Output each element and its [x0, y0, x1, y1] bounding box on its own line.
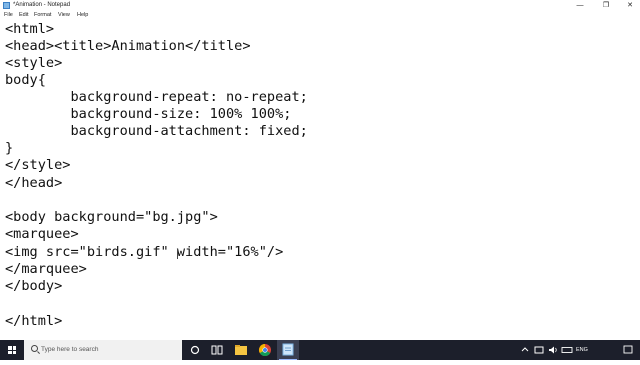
chevron-up-icon: [521, 347, 529, 352]
taskbar-search-box[interactable]: Type here to search: [24, 340, 182, 360]
notepad-icon: [282, 343, 294, 356]
tray-keyboard-button[interactable]: [560, 340, 574, 360]
taskbar: Type here to search ENG: [0, 340, 640, 360]
notepad-taskbar-button[interactable]: [277, 340, 299, 360]
cortana-button[interactable]: [184, 340, 206, 360]
task-view-icon: [211, 345, 223, 355]
chrome-icon: [258, 344, 271, 357]
editor-line: }: [5, 140, 14, 156]
editor-line: background-repeat: no-repeat;: [5, 89, 308, 105]
editor-line: </body>: [5, 278, 63, 294]
editor-line: background-size: 100% 100%;: [5, 106, 292, 122]
keyboard-icon: [561, 347, 573, 353]
start-button[interactable]: [0, 340, 24, 360]
menu-view[interactable]: View: [58, 11, 70, 20]
editor-line: </marquee>: [5, 261, 87, 277]
editor-line: <html>: [5, 21, 55, 37]
windows-logo-icon: [8, 346, 16, 354]
text-cursor-icon: [177, 249, 178, 259]
editor-line: <body background="bg.jpg">: [5, 209, 218, 225]
search-icon: [31, 345, 38, 352]
cortana-icon: [190, 345, 200, 355]
notifications-button[interactable]: [620, 340, 636, 360]
search-placeholder: Type here to search: [41, 346, 99, 353]
editor-line: </style>: [5, 157, 71, 173]
editor-line: <marquee>: [5, 226, 79, 242]
menu-edit[interactable]: Edit: [19, 11, 28, 20]
language-indicator[interactable]: ENG: [576, 340, 588, 360]
menu-file[interactable]: File: [4, 11, 13, 20]
editor-line: <head><title>Animation</title>: [5, 38, 251, 54]
chrome-button[interactable]: [254, 340, 276, 360]
text-editor[interactable]: <html> <head><title>Animation</title> <s…: [0, 20, 640, 340]
menu-help[interactable]: Help: [77, 11, 88, 20]
close-button[interactable]: ✕: [620, 0, 640, 11]
minimize-button[interactable]: —: [570, 0, 590, 11]
task-view-button[interactable]: [206, 340, 228, 360]
editor-line: </head>: [5, 175, 63, 191]
notification-icon: [623, 345, 633, 354]
file-explorer-button[interactable]: [230, 340, 252, 360]
volume-icon: [549, 346, 557, 354]
file-explorer-icon: [235, 345, 247, 355]
editor-line: </html>: [5, 313, 63, 329]
menu-bar: File Edit Format View Help: [0, 11, 640, 20]
menu-format[interactable]: Format: [34, 11, 51, 20]
tray-chevron-button[interactable]: [518, 340, 532, 360]
tray-volume-button[interactable]: [546, 340, 560, 360]
title-bar: *Animation - Notepad — ❐ ✕: [0, 0, 640, 11]
tray-network-button[interactable]: [532, 340, 546, 360]
restore-button[interactable]: ❐: [596, 0, 616, 11]
editor-line: <img src="birds.gif" width="16%"/>: [5, 244, 284, 260]
editor-line: background-attachment: fixed;: [5, 123, 308, 139]
network-icon: [534, 346, 544, 354]
notepad-app-icon: [3, 2, 10, 9]
editor-line: body{: [5, 72, 46, 88]
window-title: *Animation - Notepad: [13, 2, 71, 8]
editor-line: <style>: [5, 55, 63, 71]
